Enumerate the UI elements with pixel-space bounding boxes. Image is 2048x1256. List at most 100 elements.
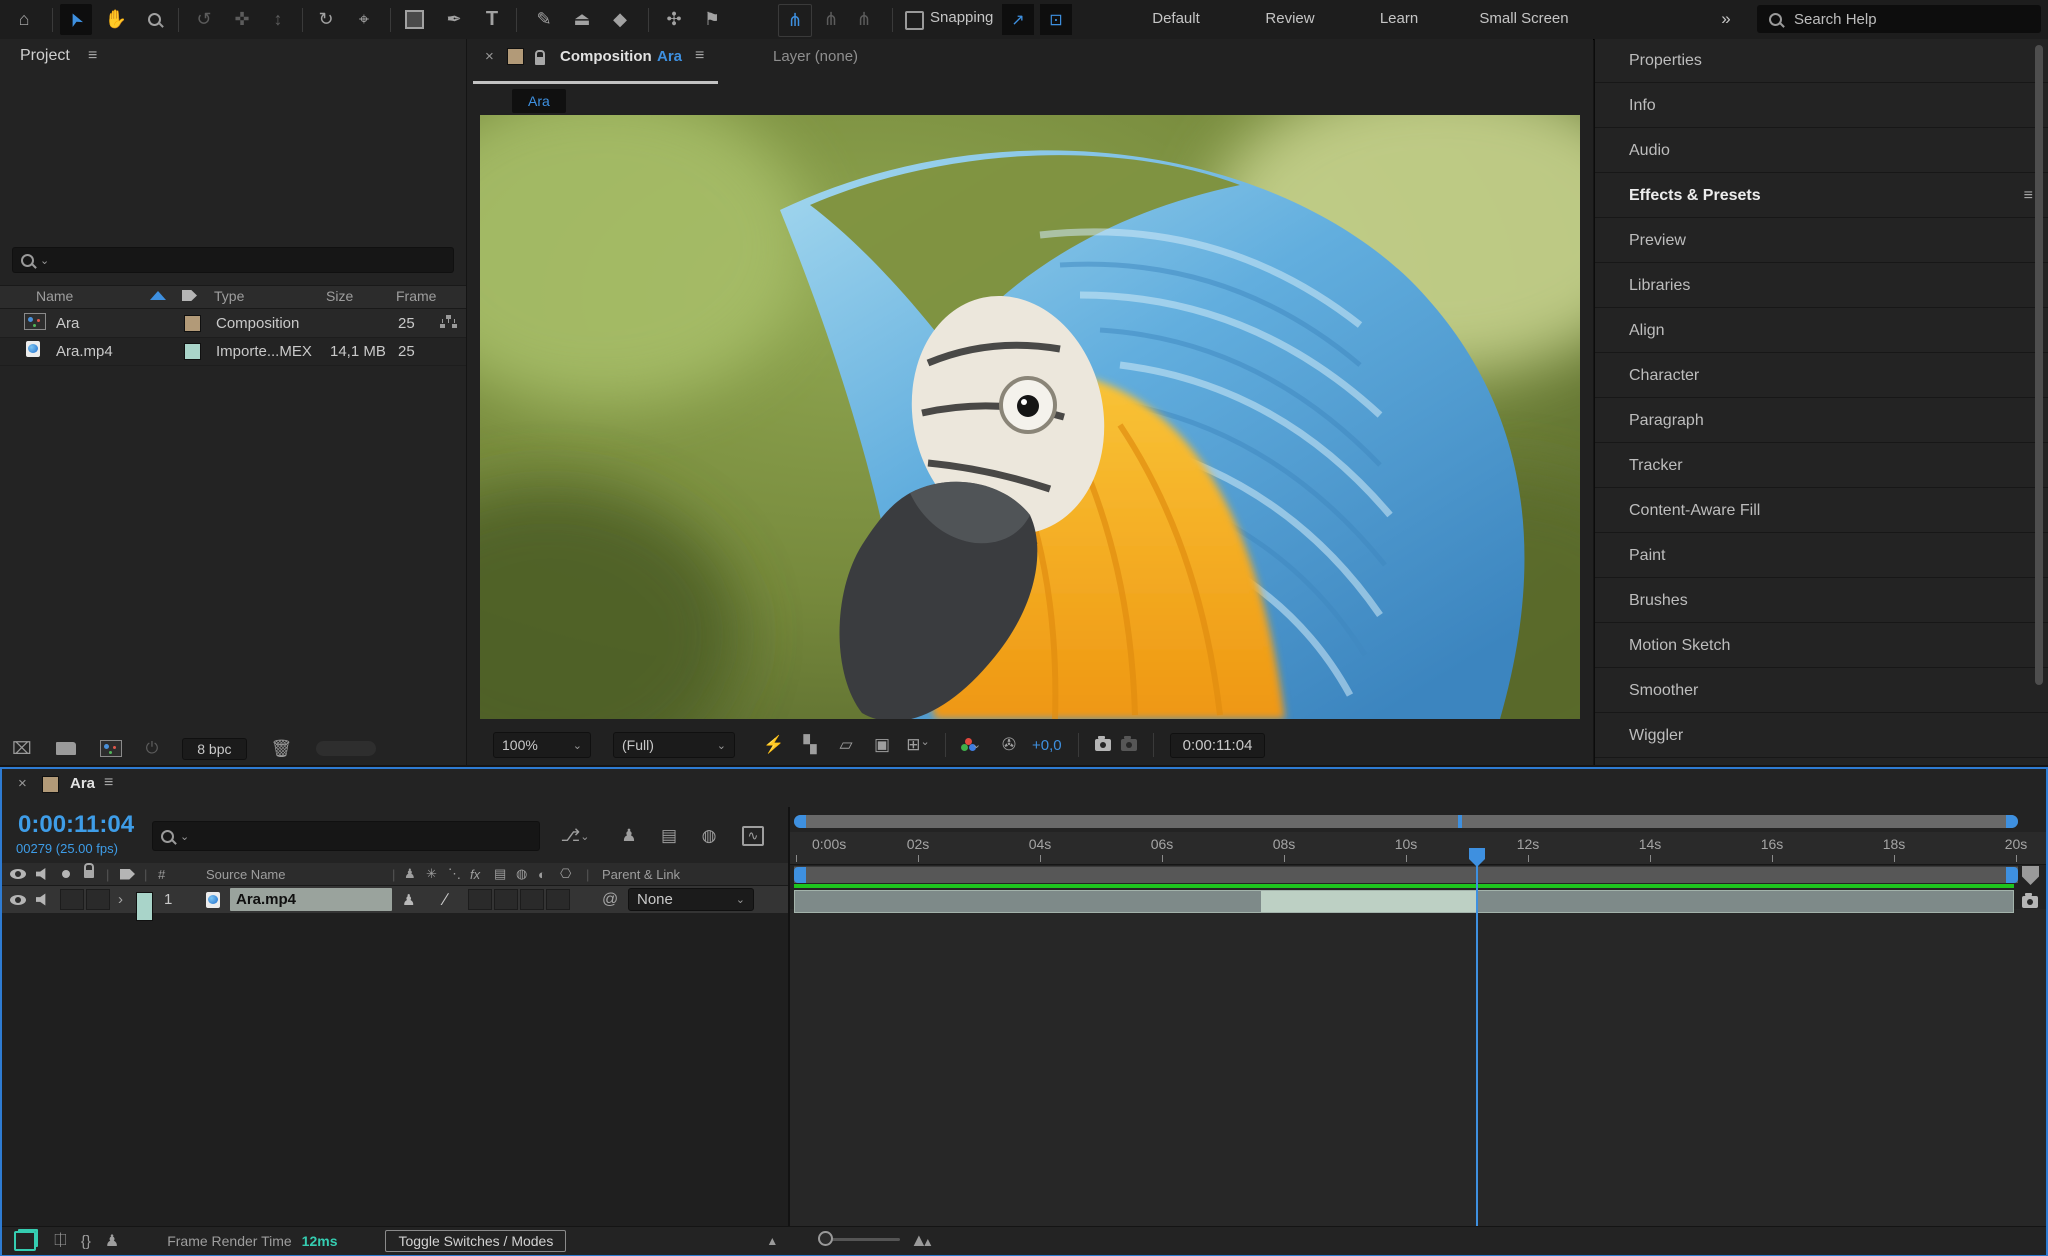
resolution-dropdown[interactable]: (Full)⌄ <box>613 732 735 758</box>
workspace-tab-learn[interactable]: Learn <box>1368 0 1430 38</box>
snap-to-features-icon[interactable]: ⊡ <box>1040 4 1072 35</box>
solo-column-icon[interactable] <box>62 863 70 885</box>
roto-brush-tool-icon[interactable]: ✣ <box>658 4 690 35</box>
3d-layer-switch-icon[interactable]: ⎔ <box>560 863 571 885</box>
effects-switch-icon[interactable]: fx <box>470 863 480 885</box>
time-ruler[interactable]: 0:00s 02s 04s 06s 08s 10s 12s 14s 16s 18… <box>790 832 2046 865</box>
panel-tab-tracker[interactable]: Tracker <box>1595 444 2048 488</box>
layer-shy-toggle[interactable]: ♟ <box>402 886 415 913</box>
scrollbar-left-cap[interactable] <box>794 815 806 828</box>
current-timecode[interactable]: 0:00:11:04 <box>18 811 134 839</box>
panel-menu-icon[interactable]: ≡ <box>104 774 113 792</box>
expand-layer-switches-icon[interactable] <box>14 1231 36 1251</box>
workspace-tab-small-screen[interactable]: Small Screen <box>1462 0 1586 38</box>
expand-render-time-pane-icon[interactable]: ♟ <box>105 1231 119 1251</box>
delete-item-icon[interactable]: 🗑 <box>271 739 293 759</box>
new-folder-icon[interactable] <box>56 742 76 755</box>
help-search-input[interactable] <box>1792 10 2016 29</box>
fast-preview-icon[interactable]: ⚡ <box>761 735 787 755</box>
puppet-pin-tool-icon[interactable]: ⚑ <box>696 4 728 35</box>
panel-menu-icon[interactable]: ≡ <box>695 47 704 65</box>
render-engine-icon[interactable]: ⏻ <box>146 740 159 758</box>
home-icon[interactable]: ⌂ <box>8 4 40 35</box>
label-color-swatch[interactable] <box>184 315 201 332</box>
timeline-zoom-slider-knob[interactable] <box>818 1231 833 1246</box>
layer-solo-toggle[interactable] <box>60 889 84 910</box>
region-of-interest-icon[interactable]: ▣ <box>869 735 895 755</box>
pen-tool-icon[interactable]: ✒ <box>438 4 470 35</box>
composition-mini-flow-chip[interactable]: Ara <box>512 89 566 113</box>
composition-mini-flowchart-icon[interactable]: ⎇⌄ <box>560 823 590 849</box>
zoom-out-mountain-icon[interactable]: ▲ <box>766 1234 778 1248</box>
pan-camera-tool-icon[interactable]: ✜ <box>226 4 258 35</box>
layer-video-eye-icon[interactable] <box>10 886 26 913</box>
zoom-in-mountain-icon[interactable]: ▲▲ <box>910 1230 934 1251</box>
layer-lock-toggle[interactable] <box>86 889 110 910</box>
layer-row[interactable]: › 1 Ara.mp4 ♟ ∕ @ None⌄ <box>2 886 788 913</box>
orbit-camera-tool-icon[interactable]: ↺ <box>188 4 220 35</box>
close-icon[interactable]: × <box>18 775 27 792</box>
magnification-dropdown[interactable]: 100%⌄ <box>493 732 591 758</box>
expand-in-out-panes-icon[interactable]: {} <box>81 1233 91 1250</box>
exposure-reset-icon[interactable]: ✇ <box>996 735 1022 755</box>
parent-dropdown[interactable]: None⌄ <box>628 888 754 911</box>
panel-tab-motion-sketch[interactable]: Motion Sketch <box>1595 624 2048 668</box>
scrollbar-right-cap[interactable] <box>2006 815 2018 828</box>
layer-tab-label[interactable]: Layer (none) <box>773 48 858 65</box>
project-row-footage[interactable]: Ara.mp4 Importe...MEX 14,1 MB 25 <box>0 337 466 366</box>
composition-tab-name[interactable]: Ara <box>657 48 682 65</box>
panel-tab-character[interactable]: Character <box>1595 354 2048 398</box>
project-row-composition[interactable]: Ara Composition 25 <box>0 309 466 338</box>
panel-tab-info[interactable]: Info <box>1595 84 2048 128</box>
adjustment-layer-switch-icon[interactable]: ◐ <box>538 863 546 885</box>
close-icon[interactable]: × <box>485 48 494 65</box>
source-name-column-header[interactable]: Source Name <box>206 863 285 885</box>
workspace-overflow-chevron[interactable]: » <box>1706 0 1746 38</box>
comp-button-icon[interactable] <box>2022 896 2038 908</box>
shy-switch-icon[interactable]: ♟ <box>404 863 416 885</box>
help-search-box[interactable] <box>1757 5 2041 33</box>
take-snapshot-icon[interactable] <box>1095 739 1111 751</box>
collapse-transformations-icon[interactable]: ✳ <box>426 863 437 885</box>
bit-depth-button[interactable]: 8 bpc <box>182 738 246 760</box>
quality-switch-icon[interactable]: ⋱ <box>448 863 461 885</box>
parent-link-column-header[interactable]: Parent & Link <box>602 863 680 885</box>
panel-tab-content-aware-fill[interactable]: Content-Aware Fill <box>1595 489 2048 533</box>
column-type[interactable]: Type <box>214 285 244 307</box>
panel-tab-mask-interpolation[interactable]: Mask Interpolation <box>1595 759 2048 765</box>
panel-menu-icon[interactable]: ≡ <box>2024 174 2033 218</box>
show-snapshot-icon[interactable] <box>1121 739 1137 751</box>
layer-quality-toggle[interactable]: ∕ <box>444 886 447 913</box>
parent-pickwhip-icon[interactable]: @ <box>602 886 618 913</box>
layer-source-name[interactable]: Ara.mp4 <box>230 888 392 911</box>
composition-tab-label[interactable]: Composition <box>560 48 652 65</box>
lock-column-icon[interactable] <box>84 863 94 885</box>
clone-stamp-tool-icon[interactable]: ⏏ <box>566 4 598 35</box>
draft-3d-icon[interactable]: ♟ <box>614 823 644 849</box>
exposure-value[interactable]: +0,0 <box>1032 737 1062 754</box>
unlock-icon[interactable] <box>535 57 545 65</box>
panel-tab-effects-presets[interactable]: Effects & Presets≡ <box>1595 174 2048 218</box>
sort-ascending-icon[interactable] <box>150 291 166 300</box>
layer-switch-cell[interactable] <box>494 889 518 910</box>
layer-switch-cell[interactable] <box>520 889 544 910</box>
playhead-line[interactable] <box>1476 848 1478 1228</box>
rotation-tool-icon[interactable]: ↻ <box>310 4 342 35</box>
right-panel-scrollbar[interactable] <box>2035 45 2043 685</box>
channel-rgb-icon[interactable]: ⌄ <box>960 738 986 752</box>
type-tool-icon[interactable]: T <box>476 4 508 35</box>
panel-tab-libraries[interactable]: Libraries <box>1595 264 2048 308</box>
mask-visibility-icon[interactable]: ▱ <box>833 735 859 755</box>
timeline-search-box[interactable]: ⌄ <box>152 821 540 851</box>
dolly-camera-tool-icon[interactable]: ↕ <box>262 4 294 35</box>
panel-tab-paragraph[interactable]: Paragraph <box>1595 399 2048 443</box>
work-area-end-handle[interactable] <box>2006 867 2018 883</box>
panel-tab-audio[interactable]: Audio <box>1595 129 2048 173</box>
world-axis-mode-icon[interactable]: ⋔ <box>815 4 847 35</box>
local-axis-mode-icon[interactable]: ⋔ <box>778 4 812 37</box>
composition-viewer[interactable] <box>480 115 1580 719</box>
view-axis-mode-icon[interactable]: ⋔ <box>848 4 880 35</box>
work-area-start-handle[interactable] <box>794 867 806 883</box>
layer-expander-icon[interactable]: › <box>118 886 123 913</box>
viewer-timecode[interactable]: 0:00:11:04 <box>1170 733 1266 758</box>
